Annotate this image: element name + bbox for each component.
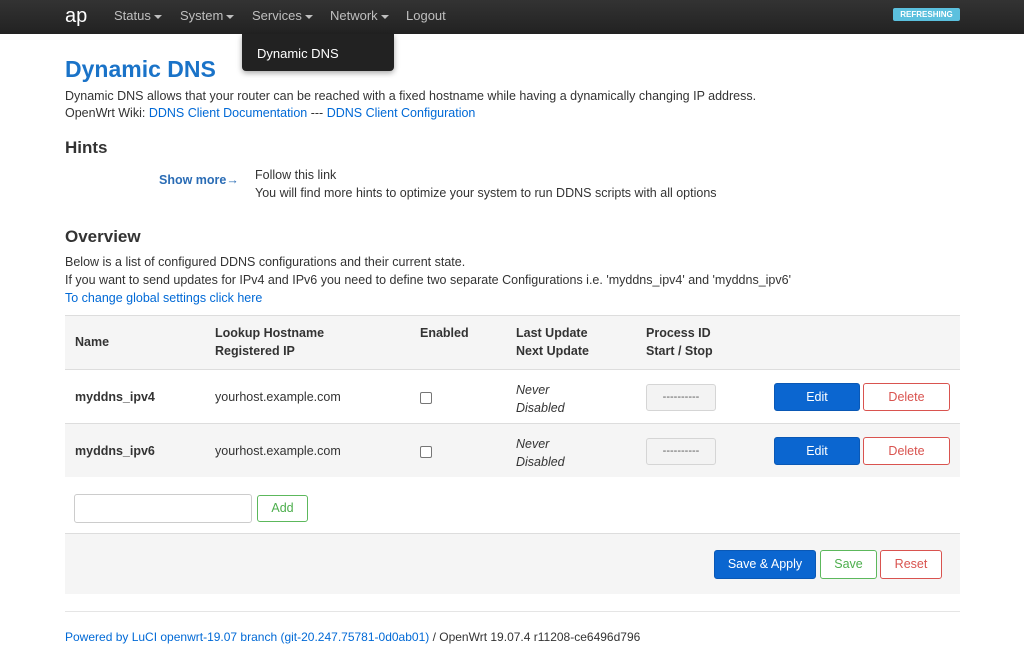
header-last-update: Last Update	[516, 326, 588, 340]
header-name: Name	[75, 335, 110, 349]
nav-services-label: Services	[252, 8, 302, 23]
table-row: myddns_ipv4 yourhost.example.com Never D…	[65, 369, 960, 423]
start-stop-button[interactable]: ----------	[646, 384, 716, 411]
openwrt-version: / OpenWrt 19.07.4 r11208-ce6496d796	[429, 630, 641, 644]
refreshing-badge[interactable]: REFRESHING	[893, 8, 960, 21]
footer: Powered by LuCI openwrt-19.07 branch (gi…	[65, 630, 640, 644]
row-update-status: Never Disabled	[516, 381, 565, 417]
brand-logo[interactable]: ap	[65, 5, 87, 27]
header-registered-ip: Registered IP	[215, 344, 295, 358]
header-process-id: Process ID	[646, 326, 711, 340]
services-dropdown-menu: Dynamic DNS	[242, 34, 394, 71]
new-config-name-input[interactable]	[74, 494, 252, 523]
chevron-down-icon	[226, 14, 235, 19]
wiki-separator: ---	[310, 106, 324, 120]
save-button[interactable]: Save	[820, 550, 877, 579]
table-header: Name Lookup Hostname Registered IP Enabl…	[65, 315, 960, 369]
dropdown-item-dynamic-dns[interactable]: Dynamic DNS	[257, 46, 339, 61]
delete-button[interactable]: Delete	[863, 437, 950, 465]
next-update-value: Disabled	[516, 455, 565, 469]
footer-divider	[65, 611, 960, 612]
ddns-client-documentation-link[interactable]: DDNS Client Documentation	[149, 106, 307, 120]
header-lookup-hostname: Lookup Hostname	[215, 326, 325, 340]
overview-heading: Overview	[65, 227, 141, 246]
nav-services[interactable]: Services	[252, 9, 313, 23]
reset-button[interactable]: Reset	[880, 550, 942, 579]
edit-button[interactable]: Edit	[774, 437, 860, 465]
wiki-links: OpenWrt Wiki: DDNS Client Documentation …	[65, 106, 475, 120]
hint-line-1: Follow this link	[255, 168, 337, 182]
add-button[interactable]: Add	[257, 495, 308, 522]
wiki-prefix: OpenWrt Wiki:	[65, 106, 146, 120]
page-description: Dynamic DNS allows that your router can …	[65, 89, 757, 103]
chevron-down-icon	[304, 14, 313, 19]
start-stop-button[interactable]: ----------	[646, 438, 716, 465]
chevron-down-icon	[153, 14, 162, 19]
row-hostname: yourhost.example.com	[215, 444, 341, 458]
enabled-checkbox[interactable]	[420, 392, 432, 404]
form-actions: Save & Apply Save Reset	[65, 533, 960, 594]
nav-network-label: Network	[330, 8, 378, 23]
global-settings-link[interactable]: To change global settings click here	[65, 291, 262, 305]
overview-line-1: Below is a list of configured DDNS confi…	[65, 255, 466, 269]
nav-system[interactable]: System	[180, 8, 235, 23]
save-and-apply-button[interactable]: Save & Apply	[714, 550, 816, 579]
row-name: myddns_ipv6	[75, 444, 155, 458]
ddns-client-configuration-link[interactable]: DDNS Client Configuration	[327, 106, 476, 120]
header-next-update: Next Update	[516, 344, 589, 358]
row-name: myddns_ipv4	[75, 390, 155, 404]
row-hostname: yourhost.example.com	[215, 390, 341, 404]
edit-button[interactable]: Edit	[774, 383, 860, 411]
nav-logout[interactable]: Logout	[406, 9, 446, 23]
hints-heading: Hints	[65, 138, 108, 157]
row-update-status: Never Disabled	[516, 435, 565, 471]
overview-line-2: If you want to send updates for IPv4 and…	[65, 273, 791, 287]
header-enabled: Enabled	[420, 326, 469, 340]
luci-version-link[interactable]: Powered by LuCI openwrt-19.07 branch (gi…	[65, 630, 429, 644]
page-title: Dynamic DNS	[65, 56, 216, 82]
chevron-down-icon	[380, 14, 389, 19]
nav-system-label: System	[180, 8, 224, 23]
enabled-checkbox[interactable]	[420, 446, 432, 458]
nav-status-label: Status	[114, 8, 151, 23]
last-update-value: Never	[516, 383, 550, 397]
top-navbar: ap Status System Services Network Logout…	[0, 0, 1024, 34]
header-start-stop: Start / Stop	[646, 344, 713, 358]
show-more-link[interactable]: Show more→	[159, 173, 239, 187]
next-update-value: Disabled	[516, 401, 565, 415]
delete-button[interactable]: Delete	[863, 383, 950, 411]
nav-status[interactable]: Status	[114, 9, 162, 23]
nav-network[interactable]: Network	[330, 9, 389, 23]
hint-line-2: You will find more hints to optimize you…	[255, 186, 717, 200]
last-update-value: Never	[516, 437, 550, 451]
table-row: myddns_ipv6 yourhost.example.com Never D…	[65, 423, 960, 477]
